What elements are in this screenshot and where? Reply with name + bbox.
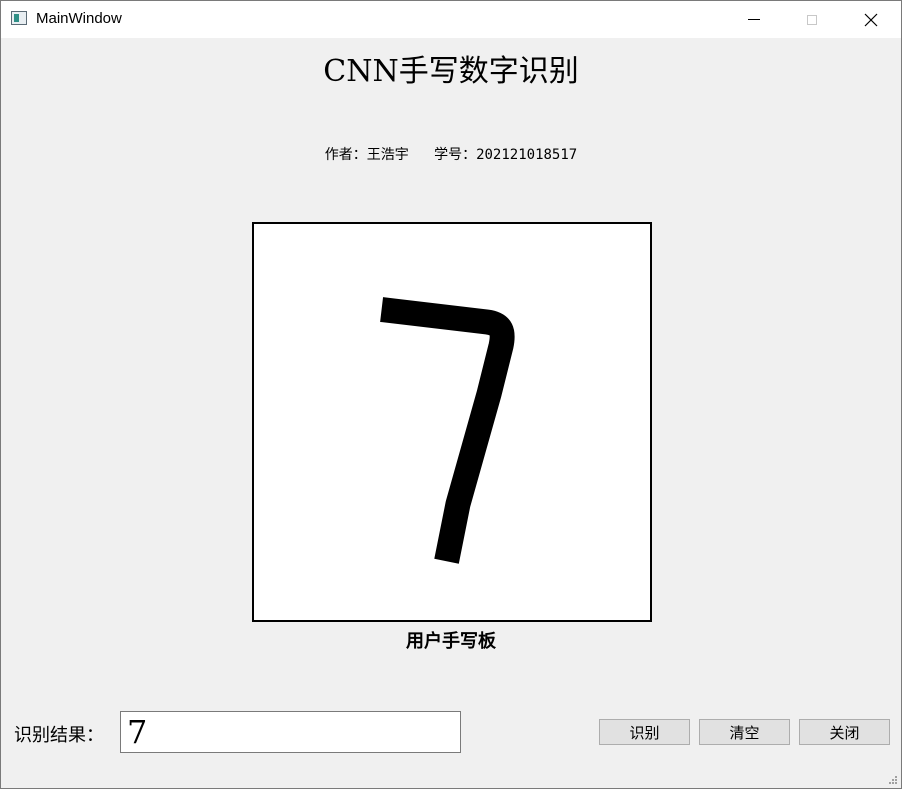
close-icon <box>864 13 878 26</box>
maximize-button[interactable] <box>783 1 841 38</box>
page-title: CNN手写数字识别 <box>323 54 579 89</box>
result-label: 识别结果： <box>14 725 104 746</box>
minimize-button[interactable] <box>725 1 783 38</box>
window-title: MainWindow <box>36 10 122 27</box>
clear-button[interactable]: 清空 <box>699 719 790 745</box>
handwriting-canvas[interactable] <box>252 222 652 622</box>
result-field[interactable]: 7 <box>120 711 461 753</box>
author-info: 作者：王浩宇 学号：202121018517 <box>324 147 578 163</box>
recognize-button[interactable]: 识别 <box>599 719 690 745</box>
title-bar[interactable]: MainWindow <box>1 1 901 38</box>
handwritten-digit-stroke <box>380 297 515 564</box>
close-window-button[interactable] <box>842 1 900 38</box>
minimize-icon <box>748 19 760 20</box>
main-window: MainWindow CNN手写数字识别 作者：王浩宇 学号：202121018… <box>0 0 902 789</box>
close-button[interactable]: 关闭 <box>799 719 890 745</box>
maximize-icon <box>807 14 817 25</box>
resize-grip-icon[interactable] <box>888 775 898 785</box>
app-window-icon <box>11 11 27 25</box>
canvas-label: 用户手写板 <box>406 631 496 652</box>
